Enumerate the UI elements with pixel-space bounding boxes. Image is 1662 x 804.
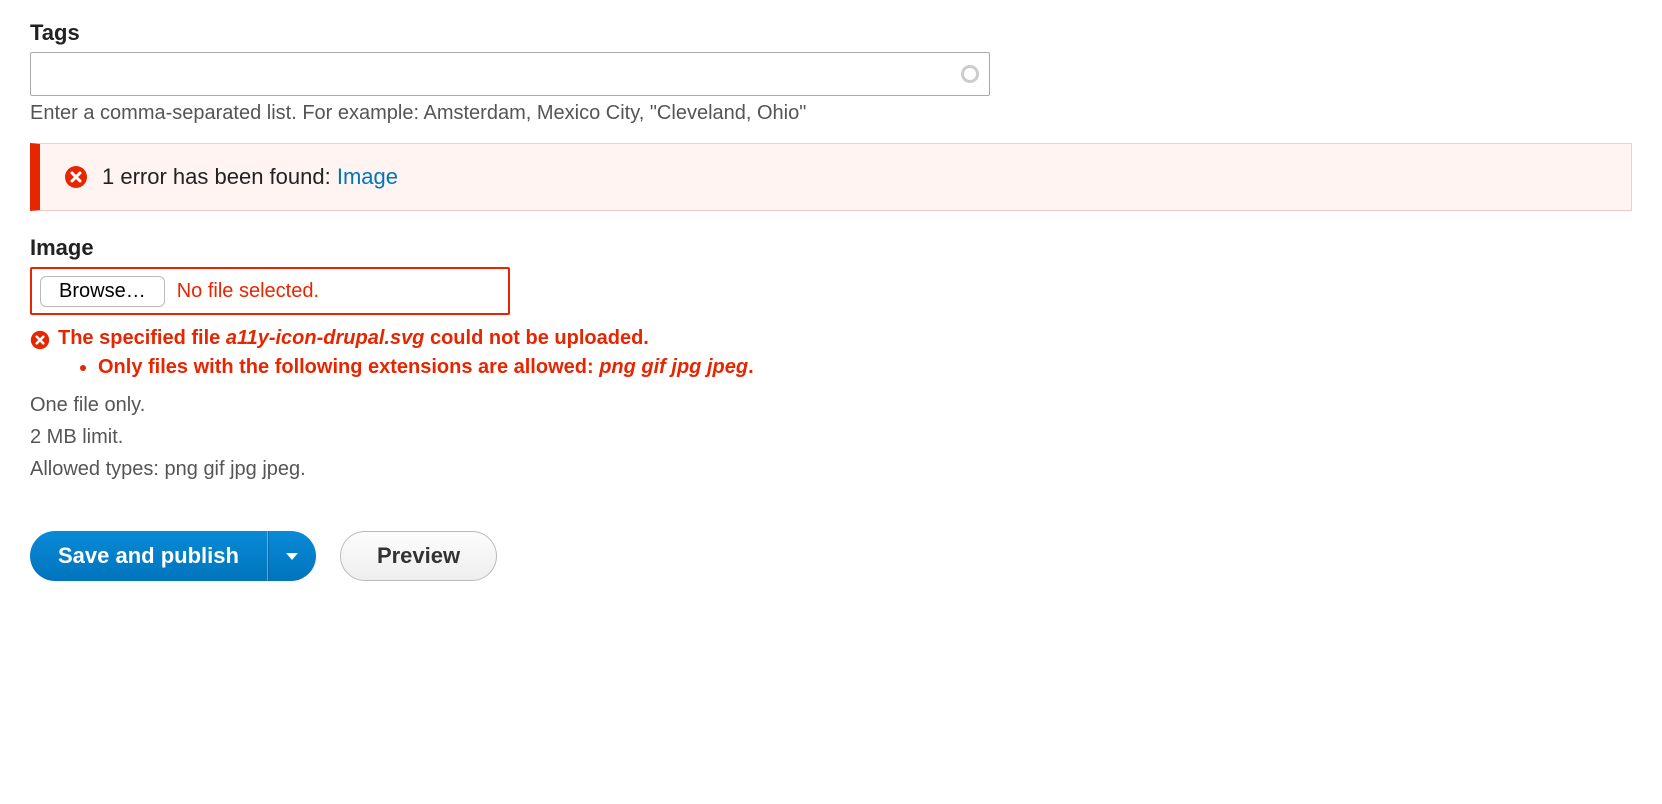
extension-error-item: Only files with the following extensions… xyxy=(98,356,1632,379)
file-input-wrapper: Browse… No file selected. xyxy=(30,267,510,315)
image-label: Image xyxy=(30,235,1632,261)
file-limit-count: One file only. xyxy=(30,389,1632,421)
browse-button[interactable]: Browse… xyxy=(40,276,165,307)
error-filename: a11y-icon-drupal.svg xyxy=(226,327,425,349)
tags-field: Tags Enter a comma-separated list. For e… xyxy=(30,20,1632,125)
chevron-down-icon xyxy=(286,553,298,560)
error-link-image[interactable]: Image xyxy=(337,164,398,189)
save-and-publish-button[interactable]: Save and publish xyxy=(30,531,268,581)
no-file-selected-text: No file selected. xyxy=(177,280,319,303)
preview-button[interactable]: Preview xyxy=(340,531,497,581)
tags-label: Tags xyxy=(30,20,1632,46)
error-icon xyxy=(64,165,88,189)
upload-error-text: The specified file a11y-icon-drupal.svg … xyxy=(58,327,649,350)
error-icon xyxy=(30,330,50,350)
file-limit-size: 2 MB limit. xyxy=(30,421,1632,453)
tags-help-text: Enter a comma-separated list. For exampl… xyxy=(30,102,1632,125)
allowed-extensions: png gif jpg jpeg xyxy=(599,356,748,378)
loading-spinner-icon xyxy=(961,65,979,83)
save-split-button: Save and publish xyxy=(30,531,316,581)
save-dropdown-toggle[interactable] xyxy=(268,531,316,581)
image-field: Image Browse… No file selected. The spec… xyxy=(30,235,1632,485)
upload-error-detail-list: Only files with the following extensions… xyxy=(80,356,1632,379)
file-help-text: One file only. 2 MB limit. Allowed types… xyxy=(30,389,1632,485)
upload-error-message: The specified file a11y-icon-drupal.svg … xyxy=(30,327,1632,350)
file-allowed-types: Allowed types: png gif jpg jpeg. xyxy=(30,453,1632,485)
error-prefix: 1 error has been found: xyxy=(102,164,337,189)
form-actions: Save and publish Preview xyxy=(30,531,1632,581)
tags-input[interactable] xyxy=(30,52,990,96)
error-message-box: 1 error has been found: Image xyxy=(30,143,1632,211)
error-summary-text: 1 error has been found: Image xyxy=(102,164,398,190)
